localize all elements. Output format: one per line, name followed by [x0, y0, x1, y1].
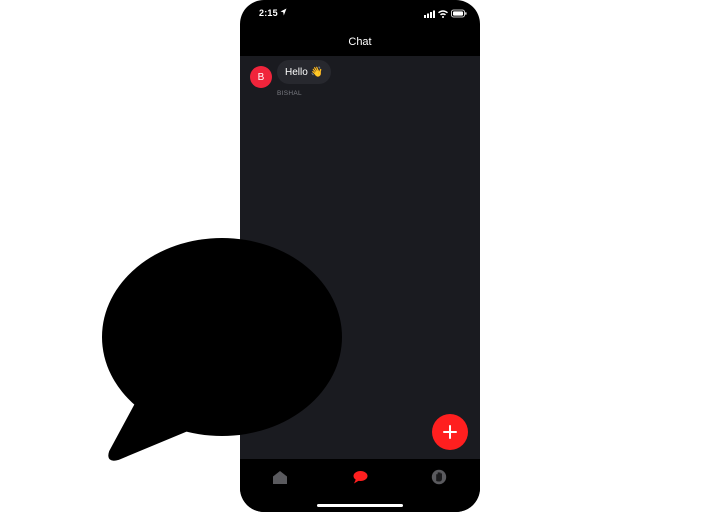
screen: 2:15 Chat B Hello 👋 BISHAL [0, 0, 720, 512]
speech-bubble-icon [102, 238, 342, 461]
